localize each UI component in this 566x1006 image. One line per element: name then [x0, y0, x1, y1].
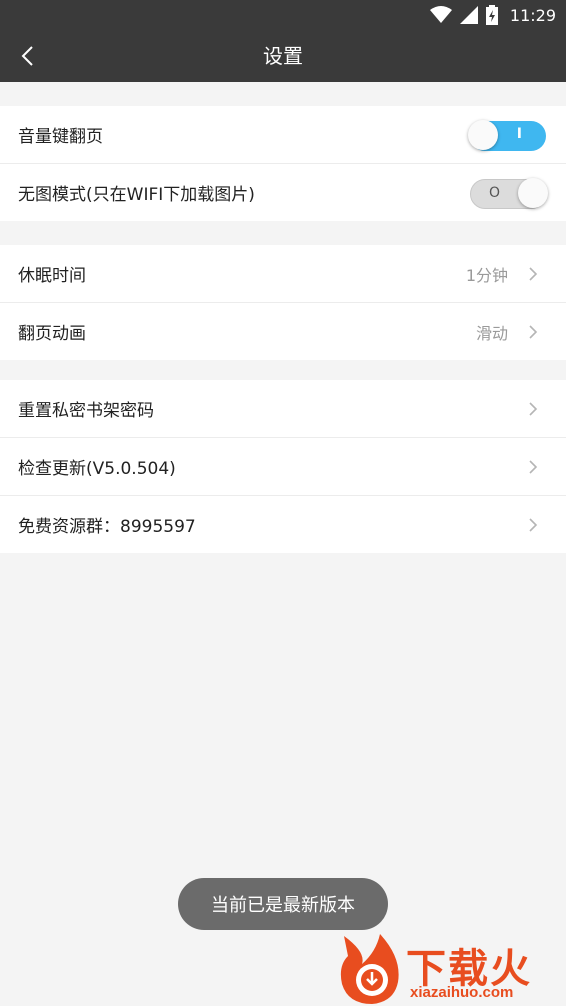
chevron-right-icon: [529, 402, 538, 416]
no-image-toggle[interactable]: O: [470, 178, 548, 209]
setting-row-free-group[interactable]: 免费资源群：8995597: [0, 496, 566, 553]
battery-charging-icon: [485, 5, 498, 25]
toggle-knob: [518, 178, 548, 208]
setting-row-check-update[interactable]: 检查更新(V5.0.504): [0, 438, 566, 496]
setting-row-volume-key-page[interactable]: 音量键翻页 I: [0, 106, 566, 164]
setting-label: 检查更新(V5.0.504): [18, 459, 176, 479]
setting-value: 滑动: [475, 323, 508, 343]
setting-label: 翻页动画: [18, 324, 86, 344]
toggle-off-mark: O: [489, 185, 501, 201]
setting-label: 休眠时间: [18, 266, 86, 286]
setting-row-no-image-mode[interactable]: 无图模式(只在WIFI下加载图片) O: [0, 164, 566, 221]
setting-row-reset-password[interactable]: 重置私密书架密码: [0, 380, 566, 438]
toggle-on-mark: I: [516, 126, 522, 142]
chevron-right-icon: [529, 325, 538, 339]
setting-label: 无图模式(只在WIFI下加载图片): [18, 185, 255, 205]
watermark-url: xiazaihuo.com: [410, 984, 514, 1001]
flame-download-icon: [340, 934, 399, 1004]
watermark-logo: 下载火 xiazaihuo.com: [336, 930, 566, 1006]
chevron-right-icon: [529, 267, 538, 281]
settings-group-reading: 音量键翻页 I 无图模式(只在WIFI下加载图片) O: [0, 106, 566, 221]
signal-icon: [459, 6, 478, 24]
page-title: 设置: [263, 44, 303, 68]
setting-label: 音量键翻页: [18, 127, 103, 147]
toast-message: 当前已是最新版本: [178, 878, 388, 930]
chevron-right-icon: [529, 518, 538, 532]
setting-label: 重置私密书架密码: [18, 401, 154, 421]
status-bar: 11:29: [0, 0, 566, 30]
setting-label: 免费资源群：8995597: [18, 517, 196, 537]
wifi-icon: [429, 6, 452, 23]
setting-value: 1分钟: [465, 265, 508, 285]
setting-row-sleep-time[interactable]: 休眠时间 1分钟: [0, 245, 566, 303]
setting-row-page-animation[interactable]: 翻页动画 滑动: [0, 303, 566, 360]
status-time: 11:29: [509, 5, 556, 25]
chevron-right-icon: [529, 460, 538, 474]
app-bar: 设置: [0, 30, 566, 82]
settings-group-misc: 重置私密书架密码 检查更新(V5.0.504) 免费资源群：8995597: [0, 380, 566, 553]
toggle-knob: [468, 120, 498, 150]
volume-key-toggle[interactable]: I: [468, 120, 546, 151]
settings-group-display: 休眠时间 1分钟 翻页动画 滑动: [0, 245, 566, 360]
